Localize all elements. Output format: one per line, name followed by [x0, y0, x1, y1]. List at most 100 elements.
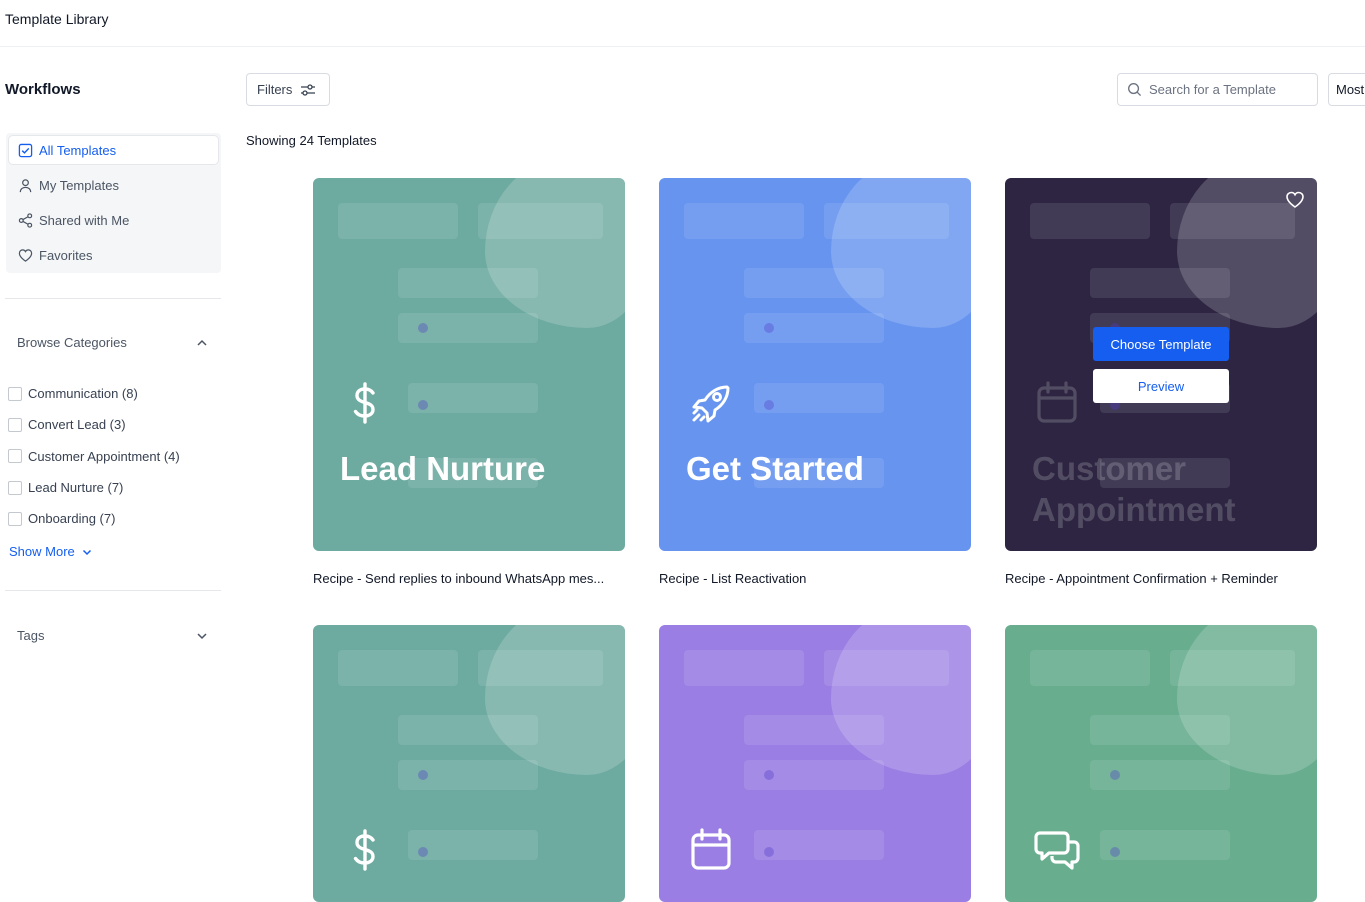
card-title: Lead Nurture	[340, 450, 546, 487]
sliders-icon	[301, 83, 316, 96]
workflow-placeholder	[744, 715, 884, 745]
category-checkbox[interactable]	[8, 449, 22, 464]
template-card[interactable]	[313, 625, 625, 902]
workflow-placeholder	[1090, 715, 1230, 745]
sidebar-item-label: My Templates	[39, 178, 119, 193]
page-title: Template Library	[5, 11, 109, 27]
workflow-placeholder	[1100, 830, 1230, 860]
card-caption[interactable]: Recipe - Send replies to inbound WhatsAp…	[313, 571, 604, 586]
tags-toggle[interactable]: Tags	[17, 628, 209, 643]
workflow-placeholder	[1110, 770, 1120, 780]
sidebar-item-all-templates[interactable]: All Templates	[9, 136, 218, 164]
template-card[interactable]: Lead Nurture	[313, 178, 625, 551]
category-label: Customer Appointment (4)	[28, 448, 180, 464]
decorative-blob	[831, 625, 971, 775]
workflow-placeholder	[1030, 650, 1150, 686]
workflow-placeholder	[754, 830, 884, 860]
workflow-placeholder	[418, 323, 428, 333]
template-card[interactable]: Get Started	[659, 178, 971, 551]
workflow-placeholder	[408, 830, 538, 860]
workflow-placeholder	[408, 383, 538, 413]
workflow-placeholder	[824, 650, 949, 686]
sidebar-item-favorites[interactable]: Favorites	[9, 238, 218, 273]
workflow-placeholder	[338, 203, 458, 239]
workflow-placeholder	[398, 268, 538, 298]
workflow-placeholder	[1170, 650, 1295, 686]
sidebar-heading: Workflows	[5, 81, 81, 98]
workflow-placeholder	[478, 650, 603, 686]
category-checkbox[interactable]	[8, 480, 22, 495]
category-label: Lead Nurture (7)	[28, 480, 124, 496]
search-icon	[1128, 83, 1142, 97]
dollar-icon	[340, 825, 390, 875]
filters-button[interactable]: Filters	[246, 73, 330, 106]
workflow-placeholder	[1110, 847, 1120, 857]
dollar-icon	[340, 378, 390, 428]
show-more-label: Show More	[9, 544, 75, 559]
browse-categories-toggle[interactable]: Browse Categories	[17, 335, 209, 350]
divider	[5, 590, 221, 591]
category-onboarding[interactable]: Onboarding (7)	[8, 503, 180, 534]
search-input[interactable]	[1149, 82, 1309, 97]
workflow-placeholder	[418, 400, 428, 410]
user-icon	[19, 179, 32, 193]
category-customer-appointment[interactable]: Customer Appointment (4)	[8, 441, 180, 472]
workflow-placeholder	[764, 323, 774, 333]
card-caption[interactable]: Recipe - Appointment Confirmation + Remi…	[1005, 571, 1278, 586]
choose-template-button[interactable]: Choose Template	[1093, 327, 1229, 361]
category-checkbox[interactable]	[8, 417, 22, 432]
workflow-placeholder	[684, 203, 804, 239]
sidebar-item-label: Favorites	[39, 248, 93, 263]
sidebar-item-label: Shared with Me	[39, 213, 130, 228]
category-communication[interactable]: Communication (8)	[8, 378, 180, 409]
decorative-blob	[485, 178, 625, 328]
checkbox-checked-icon	[18, 143, 33, 157]
top-bar: Template Library	[0, 0, 1365, 47]
category-list: Communication (8) Convert Lead (3) Custo…	[8, 378, 180, 534]
workflow-placeholder	[338, 650, 458, 686]
show-more-link[interactable]: Show More	[9, 544, 93, 559]
card-title: Get Started	[686, 450, 864, 487]
decorative-blob	[831, 178, 971, 328]
chevron-down-icon	[197, 632, 207, 639]
divider	[5, 298, 221, 299]
sort-label: Most	[1336, 82, 1365, 97]
chevron-up-icon	[197, 339, 207, 346]
workflow-placeholder	[1170, 203, 1295, 239]
heart-icon	[18, 249, 33, 262]
calendar-icon	[1032, 378, 1082, 428]
workflow-placeholder	[478, 203, 603, 239]
section-label: Browse Categories	[17, 335, 127, 350]
search-box[interactable]	[1117, 73, 1318, 106]
chat-icon	[1032, 825, 1082, 875]
section-label: Tags	[17, 628, 45, 643]
preview-button[interactable]: Preview	[1093, 369, 1229, 403]
template-card[interactable]	[1005, 625, 1317, 902]
workflow-placeholder	[684, 650, 804, 686]
heart-icon	[1286, 191, 1304, 208]
sort-select[interactable]: Most	[1328, 73, 1365, 106]
calendar-icon	[686, 825, 736, 875]
category-lead-nurture[interactable]: Lead Nurture (7)	[8, 472, 180, 503]
workflow-placeholder	[754, 383, 884, 413]
sidebar-item-my-templates[interactable]: My Templates	[9, 168, 218, 203]
category-checkbox[interactable]	[8, 386, 22, 401]
category-label: Communication (8)	[28, 386, 138, 402]
sidebar: Workflows All Templates My Templates Sha…	[0, 48, 230, 902]
sidebar-item-shared-with-me[interactable]: Shared with Me	[9, 203, 218, 238]
share-icon	[18, 213, 33, 228]
workflow-placeholder	[764, 847, 774, 857]
category-checkbox[interactable]	[8, 511, 22, 526]
template-card[interactable]: Customer Appointment Choose Template Previ…	[1005, 178, 1317, 551]
category-label: Onboarding (7)	[28, 511, 116, 527]
sidebar-item-label: All Templates	[39, 142, 117, 158]
template-card[interactable]	[659, 625, 971, 902]
workflow-placeholder	[1030, 203, 1150, 239]
filters-label: Filters	[257, 82, 293, 97]
decorative-blob	[485, 625, 625, 775]
card-caption[interactable]: Recipe - List Reactivation	[659, 571, 806, 586]
chevron-down-icon	[82, 549, 91, 555]
favorite-button[interactable]	[1285, 190, 1305, 210]
workflow-placeholder	[1090, 268, 1230, 298]
category-convert-lead[interactable]: Convert Lead (3)	[8, 409, 180, 440]
